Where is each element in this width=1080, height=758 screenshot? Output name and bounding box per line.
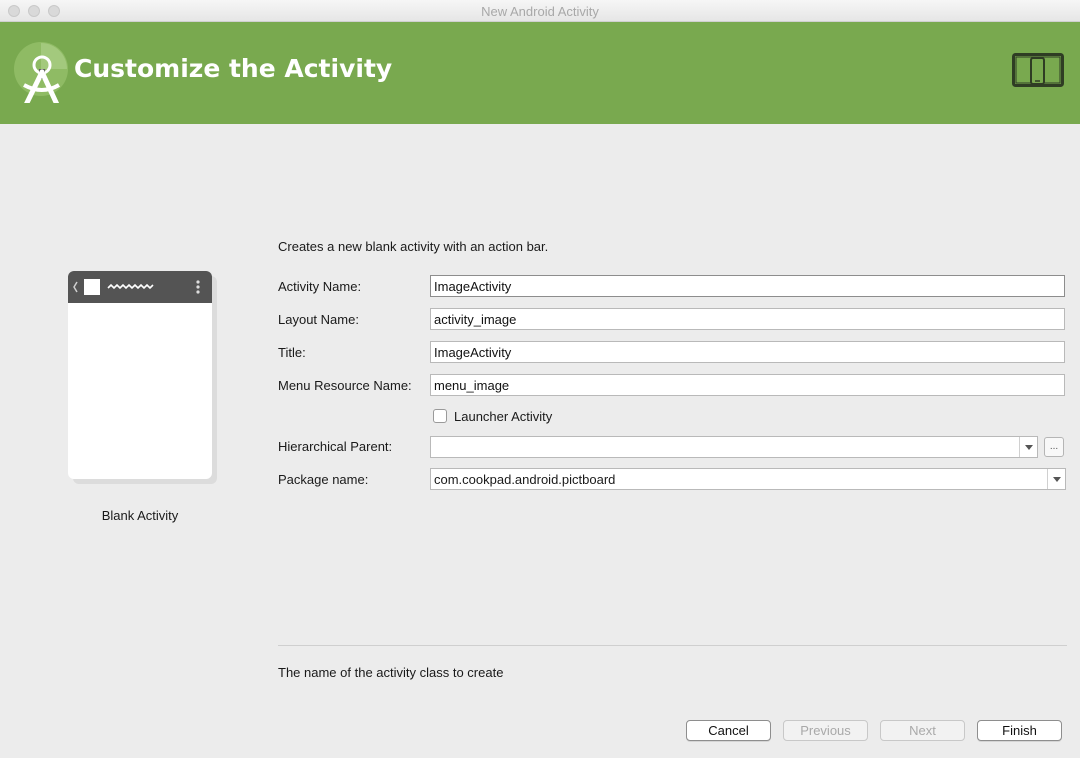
package-name-combo[interactable]: com.cookpad.android.pictboard xyxy=(430,468,1066,490)
field-help-text: The name of the activity class to create xyxy=(278,665,504,680)
template-name: Blank Activity xyxy=(101,508,179,523)
package-name-label: Package name: xyxy=(278,472,369,487)
window-title: New Android Activity xyxy=(481,4,599,19)
launcher-activity-checkbox[interactable] xyxy=(433,409,447,423)
title-field[interactable] xyxy=(430,341,1065,363)
previous-button[interactable]: Previous xyxy=(783,720,868,741)
chevron-down-icon[interactable] xyxy=(1019,437,1037,457)
finish-button[interactable]: Finish xyxy=(977,720,1062,741)
title-label: Title: xyxy=(278,345,306,360)
menu-resource-name-label: Menu Resource Name: xyxy=(278,378,412,393)
preview-action-bar xyxy=(68,271,212,303)
divider xyxy=(278,645,1067,646)
device-form-factor-icon xyxy=(1012,53,1064,87)
template-description: Creates a new blank activity with an act… xyxy=(278,239,549,254)
browse-parent-button[interactable]: ... xyxy=(1044,437,1064,457)
hierarchical-parent-label: Hierarchical Parent: xyxy=(278,439,393,454)
hierarchical-parent-combo[interactable] xyxy=(430,436,1038,458)
wizard-header: Customize the Activity xyxy=(0,22,1080,124)
window-title-bar: New Android Activity xyxy=(0,0,1080,22)
chevron-down-icon[interactable] xyxy=(1047,469,1065,489)
package-name-value: com.cookpad.android.pictboard xyxy=(434,472,616,487)
page-title: Customize the Activity xyxy=(74,54,393,83)
android-studio-logo-icon xyxy=(14,42,68,103)
activity-name-field[interactable] xyxy=(430,275,1065,297)
activity-template-preview xyxy=(68,271,212,479)
preview-action-bar-icons xyxy=(73,279,200,295)
next-button[interactable]: Next xyxy=(880,720,965,741)
menu-resource-name-field[interactable] xyxy=(430,374,1065,396)
activity-name-label: Activity Name: xyxy=(278,279,362,294)
cancel-button[interactable]: Cancel xyxy=(686,720,771,741)
launcher-activity-label[interactable]: Launcher Activity xyxy=(454,409,552,424)
layout-name-label: Layout Name: xyxy=(278,312,359,327)
layout-name-field[interactable] xyxy=(430,308,1065,330)
